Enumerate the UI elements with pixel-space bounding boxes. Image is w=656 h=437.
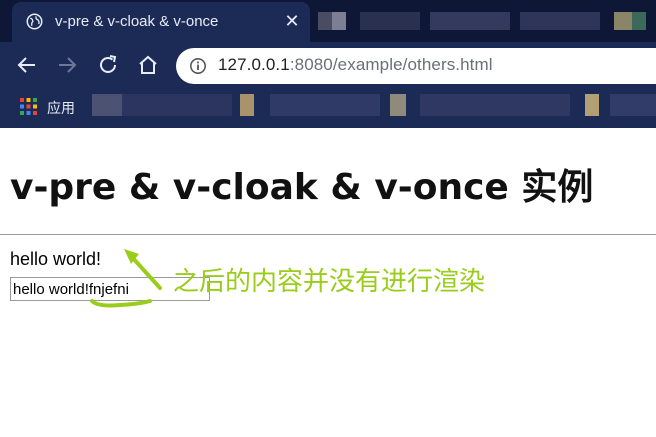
- blur-block: [270, 94, 380, 116]
- home-icon[interactable]: [136, 53, 160, 77]
- url-text[interactable]: 127.0.0.1:8080/example/others.html: [218, 55, 493, 75]
- close-icon[interactable]: ✕: [282, 11, 302, 31]
- apps-bookmark-label[interactable]: 应用: [47, 98, 75, 118]
- blur-block: [430, 12, 510, 30]
- blur-block: [360, 12, 420, 30]
- blur-block: [122, 94, 232, 116]
- url-host: 127.0.0.1: [218, 55, 290, 74]
- apps-grid-icon[interactable]: [20, 98, 37, 115]
- blur-block: [520, 12, 600, 30]
- url-path: :8080/example/others.html: [289, 55, 493, 74]
- annotation-arrow-head: [124, 249, 139, 264]
- browser-window: v-pre & v-cloak & v-once ✕ 127.0.0.1:808…: [0, 0, 656, 128]
- address-bar[interactable]: 127.0.0.1:8080/example/others.html: [176, 48, 656, 84]
- page-title: v-pre & v-cloak & v-once 实例: [10, 167, 594, 208]
- annotation-underline: [90, 299, 152, 308]
- page-content: v-pre & v-cloak & v-once 实例 hello world!…: [0, 128, 656, 437]
- blur-block: [92, 94, 122, 116]
- blur-block: [610, 94, 656, 116]
- reload-icon[interactable]: [96, 53, 120, 77]
- tab-strip: v-pre & v-cloak & v-once ✕: [0, 0, 656, 42]
- back-arrow-icon[interactable]: [15, 53, 39, 77]
- info-icon[interactable]: [189, 57, 207, 75]
- horizontal-rule: [0, 234, 656, 235]
- blur-block: [390, 94, 406, 116]
- blur-block: [420, 94, 570, 116]
- annotation-text: 之后的内容并没有进行渲染: [173, 267, 486, 297]
- blur-block: [585, 94, 599, 116]
- tab-title: v-pre & v-cloak & v-once: [55, 13, 219, 30]
- bookmarks-bar: 应用: [0, 88, 656, 128]
- browser-tab[interactable]: v-pre & v-cloak & v-once ✕: [12, 2, 310, 42]
- blur-block: [614, 12, 632, 30]
- blur-block: [332, 12, 346, 30]
- blur-block: [240, 94, 254, 116]
- toolbar: 127.0.0.1:8080/example/others.html: [0, 42, 656, 88]
- globe-icon: [26, 13, 43, 30]
- forward-arrow-icon[interactable]: [55, 53, 79, 77]
- blur-block: [318, 12, 332, 30]
- hello-text: hello world!: [10, 249, 102, 269]
- blur-block: [632, 12, 646, 30]
